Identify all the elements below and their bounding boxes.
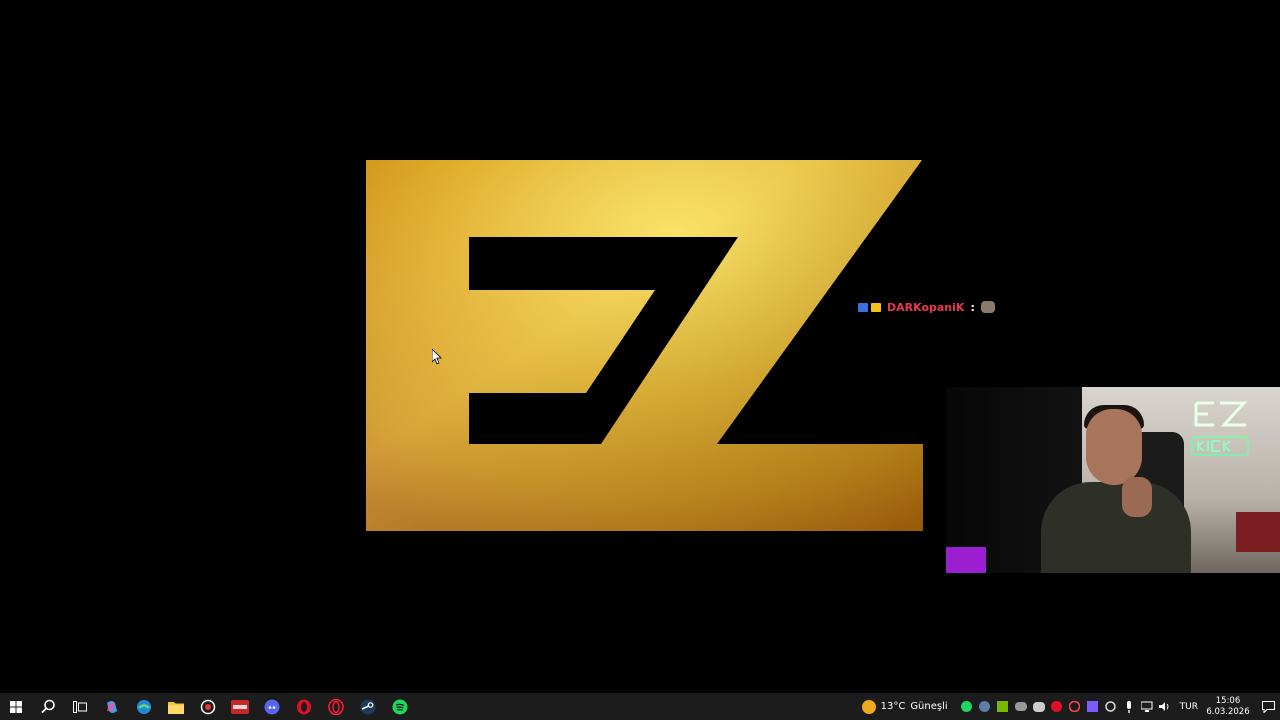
- weather-temp: 13°C: [880, 701, 906, 712]
- voice-app-button[interactable]: [224, 693, 256, 720]
- screen-recorder-button[interactable]: [192, 693, 224, 720]
- network-icon[interactable]: [1140, 700, 1154, 714]
- steam-icon: [360, 699, 376, 714]
- sun-icon: [861, 699, 876, 714]
- desktop: DARKopaniK :: [0, 0, 1280, 693]
- clock-time: 15:06: [1215, 695, 1241, 706]
- voice-app-icon: [231, 699, 249, 714]
- cat-emote-icon: [980, 301, 995, 313]
- edge-icon: [137, 699, 151, 714]
- grid-app-tray-icon[interactable]: [1086, 700, 1100, 714]
- gamepad-tray-icon[interactable]: [1014, 700, 1028, 714]
- edge-button[interactable]: [128, 693, 160, 720]
- mouse-cursor-icon: [432, 349, 442, 365]
- notification-center-button[interactable]: [1256, 693, 1280, 720]
- webcam-overlay: [946, 387, 1280, 573]
- opera-tray-icon[interactable]: [1068, 700, 1082, 714]
- search-button[interactable]: [32, 693, 64, 720]
- microphone-icon[interactable]: [1122, 700, 1136, 714]
- discord-tray-icon[interactable]: [1032, 700, 1046, 714]
- search-icon: [40, 699, 55, 714]
- opera-icon: [328, 698, 344, 715]
- weather-widget[interactable]: 13°C Güneşli: [861, 699, 948, 714]
- red-app-tray-icon[interactable]: [1050, 700, 1064, 714]
- task-view-button[interactable]: [64, 693, 96, 720]
- discord-icon: [264, 699, 280, 714]
- windows-icon: [10, 700, 22, 713]
- chat-separator: :: [970, 300, 975, 314]
- clock-date: 6.03.2026: [1206, 706, 1250, 717]
- copilot-button[interactable]: [96, 693, 128, 720]
- file-explorer-button[interactable]: [160, 693, 192, 720]
- steam-button[interactable]: [352, 693, 384, 720]
- spotify-tray-icon[interactable]: [960, 700, 974, 714]
- system-tray: 13°C Güneşli TUR 15:06 6.03.2026: [861, 693, 1280, 720]
- task-view-icon: [73, 700, 87, 713]
- nvidia-tray-icon[interactable]: [996, 700, 1010, 714]
- steam-tray-icon[interactable]: [978, 700, 992, 714]
- taskbar: 13°C Güneşli TUR 15:06 6.03.2026: [0, 693, 1280, 720]
- clock[interactable]: 15:06 6.03.2026: [1206, 696, 1250, 718]
- crown-badge-icon: [871, 302, 881, 312]
- ez-kick-neon-sign-icon: [1191, 401, 1249, 456]
- chat-username: DARKopaniK: [887, 300, 965, 314]
- volume-icon[interactable]: [1158, 700, 1172, 714]
- discord-button[interactable]: [256, 693, 288, 720]
- settings-tray-icon[interactable]: [1104, 700, 1118, 714]
- copilot-icon: [107, 700, 117, 713]
- ez-logo: [366, 160, 923, 531]
- language-indicator[interactable]: TUR: [1180, 702, 1198, 712]
- opera-gx-icon: [297, 699, 311, 714]
- notification-icon: [1261, 700, 1275, 713]
- windows-start-button[interactable]: [0, 693, 32, 720]
- spotify-icon: [392, 699, 408, 714]
- opera-gx-button[interactable]: [288, 693, 320, 720]
- spotify-button[interactable]: [384, 693, 416, 720]
- recorder-icon: [200, 699, 216, 714]
- weather-text: Güneşli: [910, 701, 948, 712]
- opera-button[interactable]: [320, 693, 352, 720]
- folder-icon: [168, 701, 184, 714]
- ez-badge-icon: [858, 302, 868, 312]
- chat-message: DARKopaniK :: [858, 299, 995, 315]
